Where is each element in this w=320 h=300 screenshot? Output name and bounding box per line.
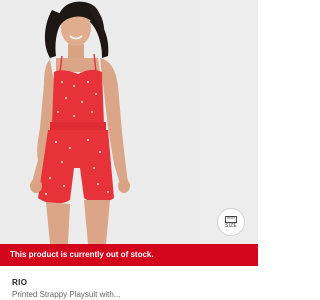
- out-of-stock-banner: This product is currently out of stock.: [0, 244, 258, 266]
- product-title[interactable]: Printed Strappy Playsuit with...: [12, 290, 252, 299]
- product-image-area[interactable]: SIZE: [0, 0, 258, 244]
- product-card[interactable]: SIZE This product is currently out of st…: [0, 0, 258, 300]
- size-guide-button[interactable]: SIZE: [217, 208, 245, 236]
- size-guide-label: SIZE: [225, 222, 237, 229]
- ruler-icon: [225, 215, 237, 223]
- product-image: [0, 0, 200, 244]
- brand-name[interactable]: RIO: [12, 278, 27, 287]
